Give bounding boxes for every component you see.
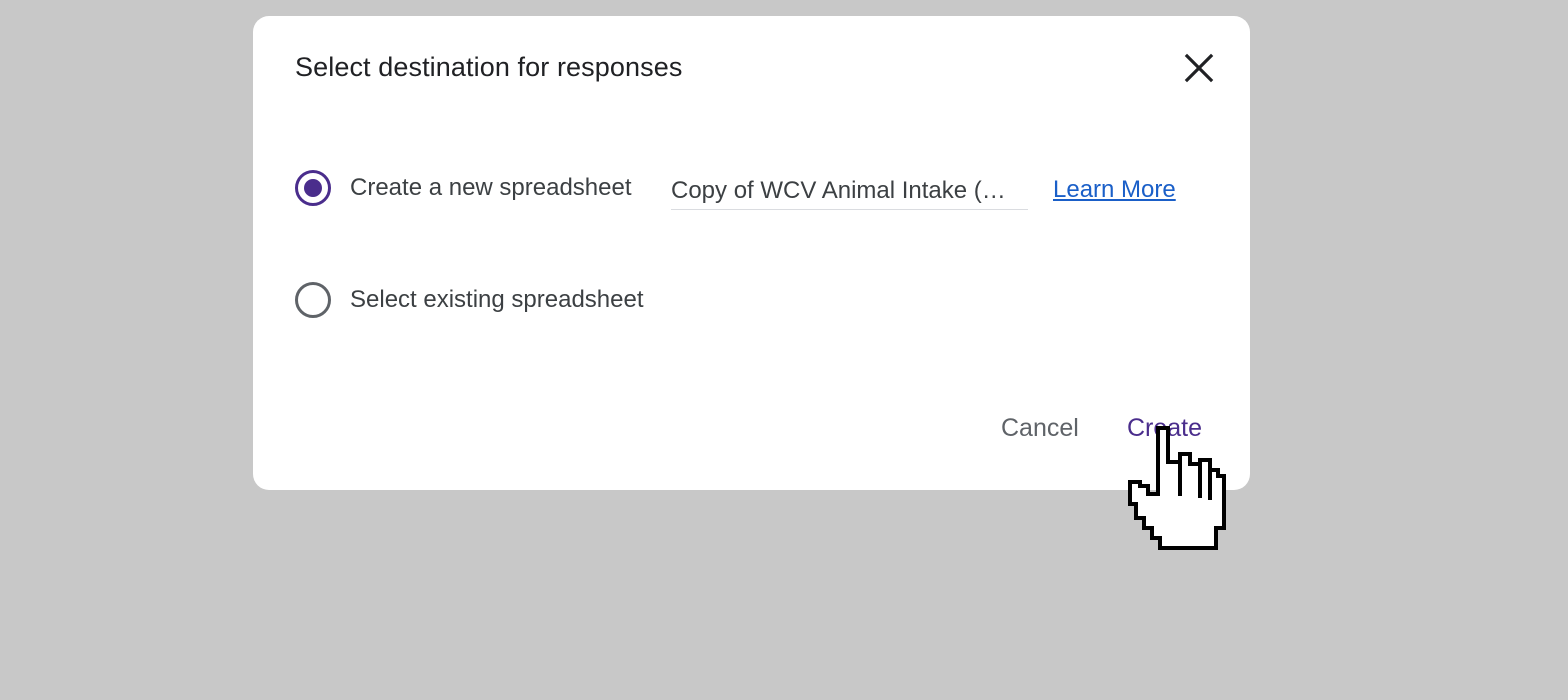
- cancel-button[interactable]: Cancel: [1001, 414, 1079, 443]
- dialog-title: Select destination for responses: [295, 52, 683, 82]
- learn-more-link[interactable]: Learn More: [1053, 176, 1176, 204]
- close-icon: [1184, 53, 1214, 83]
- radio-new-spreadsheet[interactable]: [295, 170, 331, 206]
- spreadsheet-name-input[interactable]: [671, 172, 1028, 210]
- create-button[interactable]: Create: [1127, 414, 1202, 443]
- option-label-existing: Select existing spreadsheet: [350, 286, 644, 313]
- radio-existing-spreadsheet[interactable]: [295, 282, 331, 318]
- option-existing-spreadsheet[interactable]: Select existing spreadsheet: [295, 282, 644, 318]
- option-label-new: Create a new spreadsheet: [350, 174, 632, 201]
- radio-dot: [304, 179, 322, 197]
- option-new-spreadsheet[interactable]: Create a new spreadsheet: [295, 170, 632, 206]
- destination-dialog: Select destination for responses Create …: [253, 16, 1250, 490]
- screen: Select destination for responses Create …: [0, 0, 1568, 700]
- close-button[interactable]: [1179, 48, 1219, 88]
